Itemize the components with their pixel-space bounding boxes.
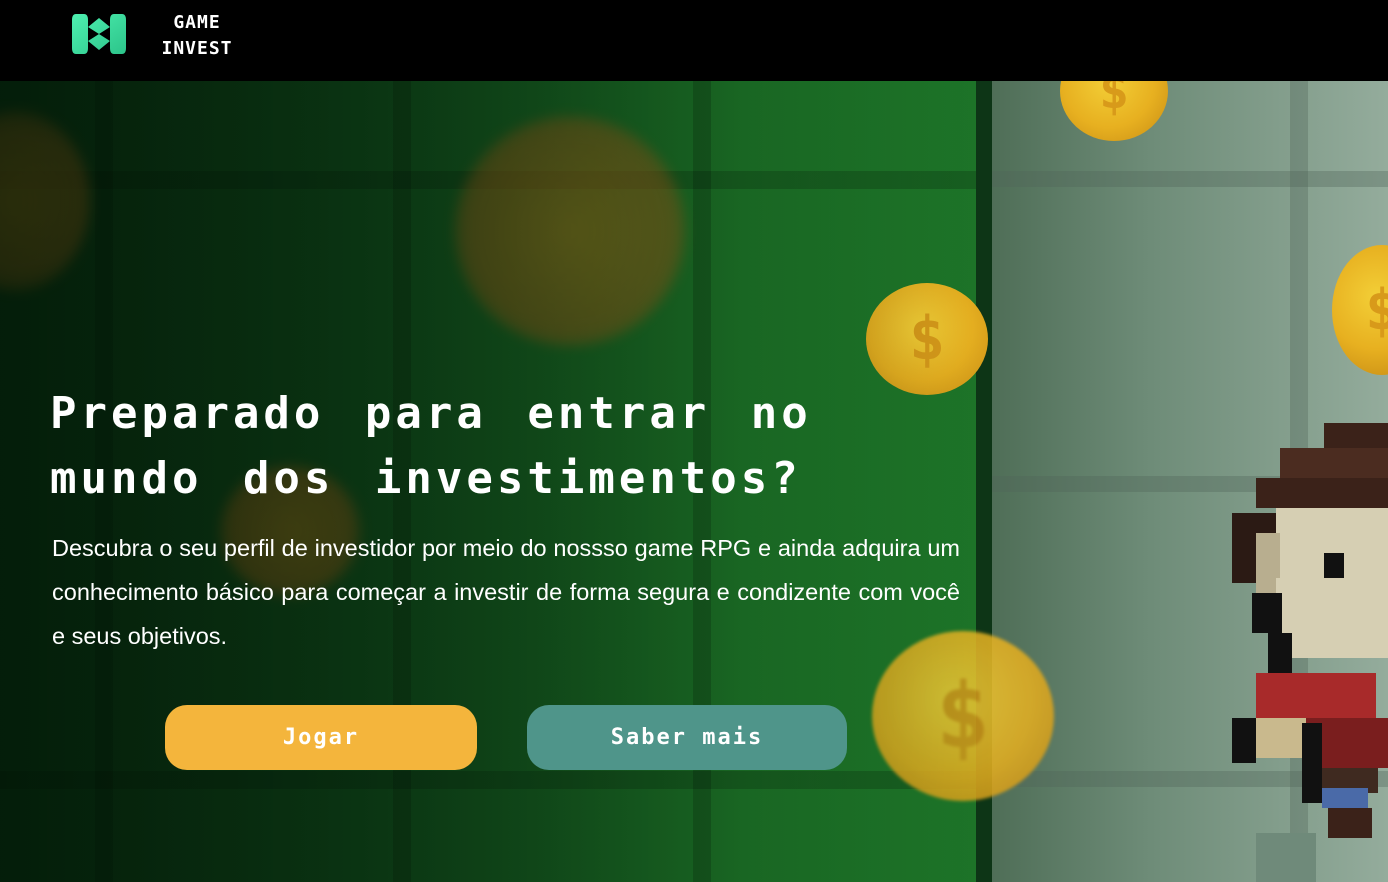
navbar: GAME INVEST bbox=[0, 0, 1388, 81]
brand-name[interactable]: GAME INVEST bbox=[142, 10, 252, 62]
learn-more-button[interactable]: Saber mais bbox=[527, 705, 847, 770]
hero-title: Preparado para entrar no mundo dos inves… bbox=[50, 388, 812, 504]
brand-line-game: GAME bbox=[173, 12, 221, 33]
coin-icon: $ bbox=[1332, 245, 1388, 375]
background-grid-line bbox=[992, 171, 1388, 187]
coin-icon: $ bbox=[1060, 81, 1168, 141]
hero-section: $ $ $ $ Preparado para entrar no mundo d… bbox=[0, 81, 1388, 882]
hero-description: Descubra o seu perfil de investidor por … bbox=[52, 535, 960, 649]
game-invest-logo-icon[interactable] bbox=[70, 12, 128, 56]
brand-line-invest: INVEST bbox=[161, 38, 233, 59]
play-button[interactable]: Jogar bbox=[165, 705, 477, 770]
pixel-character-icon bbox=[1232, 423, 1388, 882]
